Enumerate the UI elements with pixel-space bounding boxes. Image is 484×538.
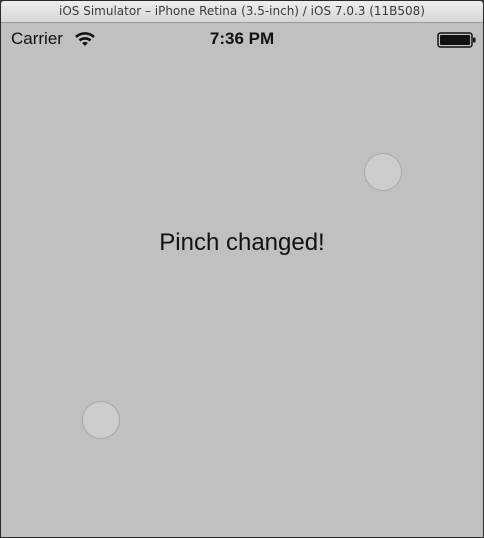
touch-point [82, 401, 120, 439]
device-screen[interactable]: Carrier 7:36 PM Pinch changed! [1, 23, 483, 537]
status-bar: Carrier 7:36 PM [1, 23, 483, 59]
battery-icon [437, 32, 476, 48]
gesture-status-label: Pinch changed! [159, 229, 325, 256]
window-title: iOS Simulator – iPhone Retina (3.5-inch)… [1, 1, 483, 23]
touch-point [364, 153, 402, 191]
status-time: 7:36 PM [209, 29, 275, 48]
simulator-window: iOS Simulator – iPhone Retina (3.5-inch)… [0, 0, 484, 538]
